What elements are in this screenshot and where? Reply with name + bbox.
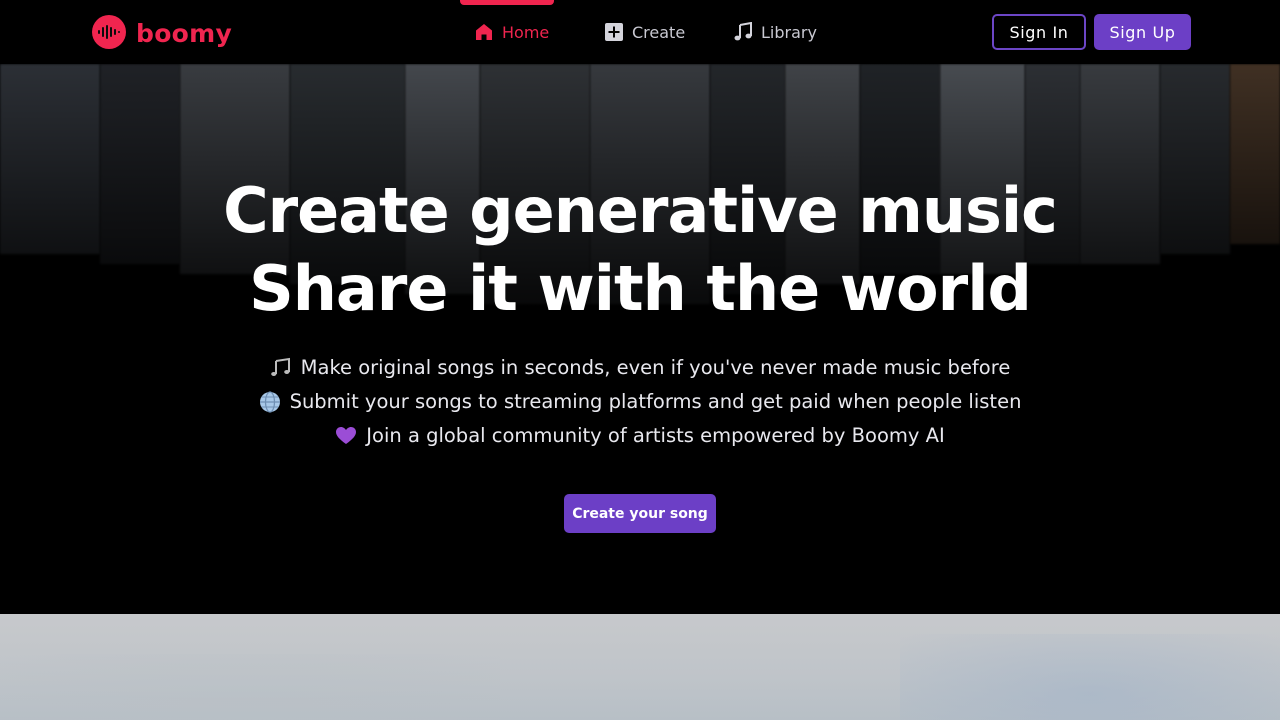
hero-headline: Create generative music Share it with th… [0, 172, 1280, 328]
top-navigation-bar: boomy Home Create Library Sign In Sign U… [0, 0, 1280, 64]
boomy-logo[interactable]: boomy [92, 15, 232, 49]
feature-text: Submit your songs to streaming platforms… [289, 390, 1022, 413]
home-icon [476, 24, 492, 40]
auth-buttons: Sign In Sign Up [992, 14, 1191, 50]
nav-label-library: Library [761, 22, 817, 42]
sign-in-button[interactable]: Sign In [992, 14, 1086, 50]
nav-label-home: Home [502, 22, 550, 42]
lower-image-section [0, 614, 1280, 720]
feature-list: Make original songs in seconds, even if … [0, 351, 1280, 453]
nav-label-create: Create [632, 22, 686, 42]
feature-item: Join a global community of artists empow… [0, 419, 1280, 453]
music-note-icon [734, 22, 752, 41]
nav-item-library[interactable]: Library [733, 0, 817, 64]
nav-item-home[interactable]: Home [460, 0, 554, 64]
nav-item-create[interactable]: Create [604, 0, 685, 64]
hero-headline-line-1: Create generative music [223, 174, 1058, 247]
feature-text: Make original songs in seconds, even if … [300, 356, 1011, 379]
hero-section: Create generative music Share it with th… [0, 64, 1280, 614]
brand-name: boomy [136, 18, 233, 48]
active-tab-indicator [460, 0, 554, 5]
notes-emoji-icon [270, 357, 292, 379]
plus-square-icon [605, 23, 623, 41]
sign-up-button[interactable]: Sign Up [1094, 14, 1191, 50]
feature-item: Make original songs in seconds, even if … [0, 351, 1280, 385]
boomy-logo-icon [92, 15, 126, 49]
hero-headline-line-2: Share it with the world [249, 252, 1032, 325]
feature-text: Join a global community of artists empow… [366, 424, 945, 447]
create-your-song-button[interactable]: Create your song [564, 494, 716, 533]
globe-emoji-icon [259, 391, 281, 413]
purple-heart-emoji-icon [335, 425, 357, 447]
feature-item: Submit your songs to streaming platforms… [0, 385, 1280, 419]
